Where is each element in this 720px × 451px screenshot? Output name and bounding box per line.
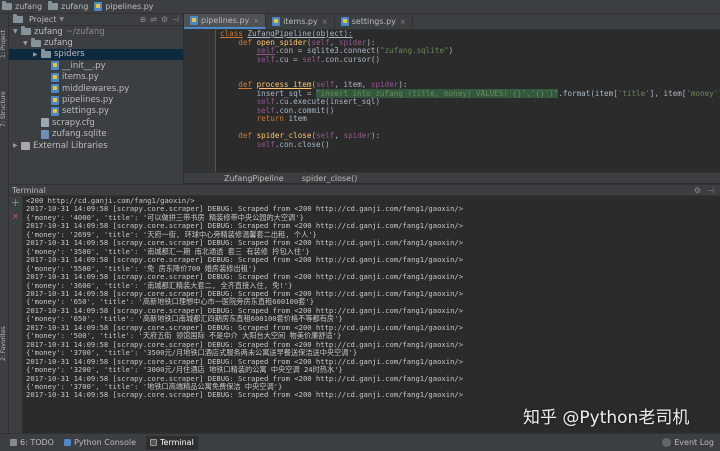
python-icon: [63, 439, 71, 446]
project-panel-title[interactable]: Project: [29, 15, 56, 24]
code-structure-breadcrumb: ZufangPipeline spider_close(): [184, 172, 720, 183]
terminal-line: 2017-10-31 14:09:58 [scrapy.core.scraper…: [26, 390, 464, 400]
folder-icon: [41, 48, 51, 58]
tab-settings[interactable]: settings.py ×: [335, 14, 413, 29]
project-tree: ▼ zufang ~/zufang ▼ zufang ▶ spiders __init__.p…: [9, 26, 183, 151]
chevron-right-icon[interactable]: ▶: [33, 51, 41, 58]
terminal-header: Terminal ⚙ ⊣: [9, 184, 720, 196]
library-icon: [21, 141, 30, 150]
project-panel: Project ▼ ⊕ ⇌ ⚙ ⊣ ▼ zufang ~/zufang ▼ zufang…: [9, 14, 184, 184]
python-file-icon: [272, 17, 281, 26]
event-log-button[interactable]: Event Log: [662, 438, 714, 447]
project-panel-header: Project ▼ ⊕ ⇌ ⚙ ⊣: [9, 14, 183, 26]
tree-item[interactable]: __init__.py: [9, 60, 183, 71]
structure-tool-tab[interactable]: 7: Structure: [0, 84, 9, 134]
code-editor[interactable]: class ZufangPipeline(object): def open_s…: [184, 29, 720, 172]
tree-item-label: items.py: [62, 72, 99, 83]
config-file-icon: [41, 118, 49, 128]
breadcrumb-item-project[interactable]: zufang: [2, 1, 42, 11]
navigation-breadcrumb: zufang zufang pipelines.py: [0, 0, 720, 14]
collapse-icon[interactable]: ⇌: [150, 15, 157, 24]
editor-gutter: [184, 30, 216, 172]
folder-icon: [13, 14, 23, 23]
tree-item[interactable]: ▼ zufang: [9, 37, 183, 48]
gear-icon[interactable]: ⚙: [161, 15, 168, 24]
tree-item-label: zufang: [44, 38, 73, 49]
project-tool-tab[interactable]: 1: Project: [0, 22, 9, 66]
tree-item[interactable]: settings.py: [9, 106, 183, 117]
close-terminal-icon[interactable]: ×: [9, 210, 22, 224]
left-tool-strip: 1: Project 2: Favorites 7: Structure: [0, 14, 9, 437]
python-file-icon: [51, 95, 59, 105]
hide-icon[interactable]: ⊣: [707, 186, 714, 195]
python-file-icon: [51, 106, 59, 116]
add-terminal-icon[interactable]: +: [9, 196, 22, 210]
tree-item-label: zufang: [34, 26, 63, 37]
python-file-icon: [51, 61, 59, 71]
python-file-icon: [94, 2, 103, 11]
chevron-down-icon[interactable]: ▼: [59, 16, 64, 23]
python-file-icon: [51, 72, 59, 82]
python-console-tool-tab[interactable]: Python Console: [63, 438, 136, 447]
folder-icon: [48, 1, 59, 10]
tab-pipelines[interactable]: pipelines.py ×: [184, 14, 267, 29]
python-file-icon: [190, 16, 198, 25]
close-icon[interactable]: ×: [253, 17, 259, 25]
hide-icon[interactable]: ⊣: [172, 15, 179, 24]
chevron-down-icon[interactable]: ▼: [13, 28, 21, 35]
folder-icon: [2, 1, 12, 10]
bottom-tool-bar: 6: TODO Python Console Terminal Event Lo…: [0, 433, 720, 451]
python-file-icon: [51, 84, 59, 94]
tree-item-label: middlewares.py: [62, 83, 130, 94]
tree-item[interactable]: ▼ zufang ~/zufang: [9, 26, 183, 37]
tree-item[interactable]: ▶ External Libraries: [9, 140, 183, 151]
gear-icon[interactable]: ⚙: [694, 186, 701, 195]
tree-item-path: ~/zufang: [65, 26, 105, 37]
todo-icon: [10, 439, 17, 446]
folder-icon: [31, 37, 41, 47]
tree-item[interactable]: zufang.sqlite: [9, 129, 183, 140]
todo-tool-tab[interactable]: 6: TODO: [10, 438, 54, 447]
python-file-icon: [340, 17, 349, 26]
breadcrumb-method[interactable]: spider_close(): [302, 174, 358, 183]
tree-item-label: zufang.sqlite: [52, 129, 107, 140]
close-icon[interactable]: ×: [400, 18, 406, 26]
terminal-output[interactable]: <200 http://cd.ganji.com/fang1/gaoxin/> 2…: [24, 196, 720, 433]
breadcrumb-class[interactable]: ZufangPipeline: [224, 174, 284, 183]
breadcrumb-item-file[interactable]: pipelines.py: [94, 2, 154, 11]
tree-item-label: External Libraries: [33, 140, 108, 151]
chevron-right-icon[interactable]: ▶: [13, 142, 21, 149]
editor-tab-bar: pipelines.py × items.py × settings.py ×: [184, 14, 720, 30]
chevron-down-icon[interactable]: ▼: [23, 40, 31, 47]
tree-item-label: __init__.py: [62, 60, 106, 71]
favorites-tool-tab[interactable]: 2: Favorites: [0, 314, 9, 374]
tree-item[interactable]: pipelines.py: [9, 94, 183, 105]
terminal-icon: [150, 439, 157, 446]
tree-item-label: pipelines.py: [62, 95, 114, 106]
folder-icon: [21, 26, 31, 36]
tree-item[interactable]: items.py: [9, 72, 183, 83]
tree-item-label: spiders: [54, 49, 85, 60]
watermark: 知乎 @Python老司机: [523, 408, 690, 428]
tree-item-label: scrapy.cfg: [52, 117, 95, 128]
breadcrumb-item-package[interactable]: zufang: [48, 1, 88, 11]
tree-item[interactable]: scrapy.cfg: [9, 117, 183, 128]
terminal-tool-tab[interactable]: Terminal: [146, 435, 198, 450]
code-content[interactable]: class ZufangPipeline(object): def open_s…: [220, 29, 720, 172]
tree-item-label: settings.py: [62, 106, 110, 117]
tree-item[interactable]: middlewares.py: [9, 83, 183, 94]
close-icon[interactable]: ×: [322, 18, 328, 26]
terminal-title: Terminal: [12, 185, 46, 195]
tab-items[interactable]: items.py ×: [266, 14, 335, 29]
database-file-icon: [41, 129, 49, 139]
event-log-icon: [662, 438, 672, 447]
terminal-side-toolbar: + ×: [9, 196, 23, 433]
sync-icon[interactable]: ⊕: [139, 15, 146, 24]
tree-item[interactable]: ▶ spiders: [9, 48, 183, 61]
